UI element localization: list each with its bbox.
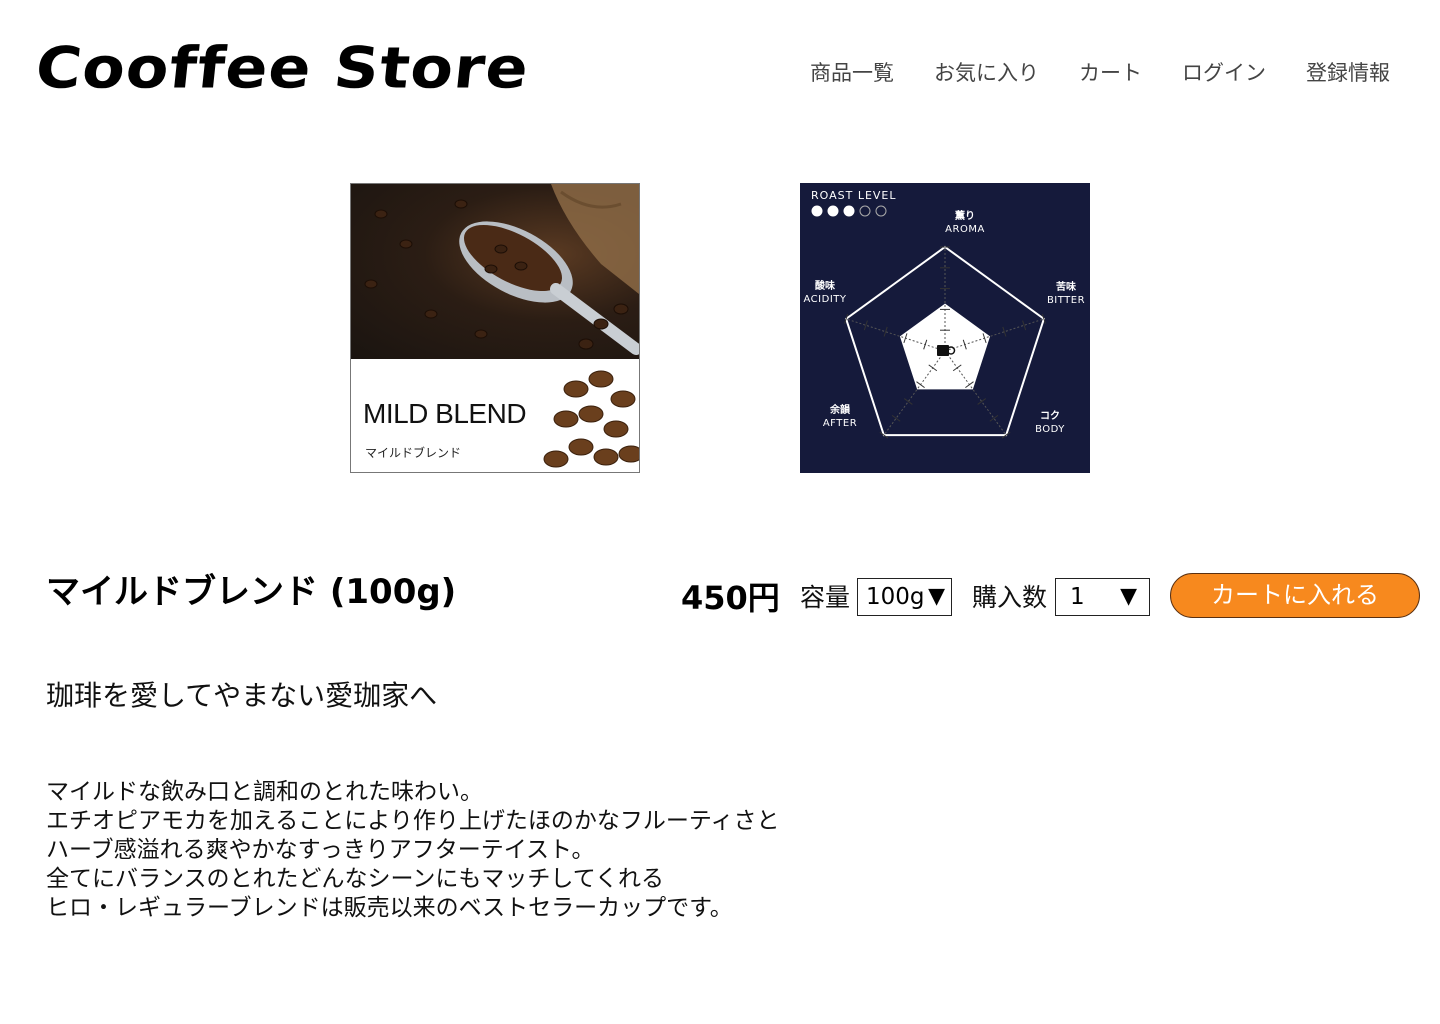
roast-bean-filled	[811, 205, 823, 217]
product-title: マイルドブレンド (100g)	[46, 572, 457, 612]
capacity-select[interactable]: 100g ▼	[857, 578, 952, 616]
coffee-beans-photo	[351, 184, 639, 359]
radar-axis-label-jp: 酸味	[815, 279, 835, 292]
description-line: ハーブ感溢れる爽やかなすっきりアフターテイスト。	[46, 837, 595, 863]
radar-axis-label-en: AROMA	[945, 224, 985, 235]
scoop-illustration	[364, 184, 639, 355]
store-logo[interactable]: Cooffee Store	[32, 29, 533, 106]
taste-chart: ROAST LEVEL 薫り AROMA 苦味 BITTER コク BODY 余韻 AFTER 酸…	[800, 183, 1090, 473]
radar-tick	[977, 398, 987, 405]
radar-axis-label-en: BITTER	[1047, 295, 1085, 306]
roast-level-label: ROAST LEVEL	[811, 189, 897, 202]
description-line: 全てにバランスのとれたどんなシーンにもマッチしてくれる	[46, 866, 665, 892]
roast-bean-empty	[859, 205, 871, 217]
product-image: MILD BLEND マイルドブレンド	[350, 183, 640, 473]
nav-products[interactable]: 商品一覧	[810, 58, 894, 88]
nav-login[interactable]: ログイン	[1182, 58, 1266, 88]
quantity-value: 1	[1070, 584, 1085, 610]
radar-axis-label-en: ACIDITY	[804, 294, 847, 305]
dropdown-arrow-icon: ▼	[1120, 584, 1137, 609]
package-title: MILD BLEND	[363, 398, 527, 429]
roast-bean-empty	[875, 205, 887, 217]
nav-cart[interactable]: カート	[1079, 58, 1142, 88]
capacity-value: 100g	[866, 584, 925, 610]
description-line: マイルドな飲み口と調和のとれた味わい。	[46, 779, 483, 805]
quantity-select[interactable]: 1 ▼	[1055, 578, 1150, 616]
radar-tick	[903, 398, 913, 405]
nav-favorites[interactable]: お気に入り	[934, 58, 1039, 88]
radar-axis-label-en: BODY	[1035, 424, 1065, 435]
capacity-label: 容量	[800, 583, 851, 612]
description-line: ヒロ・レギュラーブレンドは販売以来のベストセラーカップです。	[46, 895, 733, 921]
catchphrase: 珈琲を愛してやまない愛珈家へ	[46, 679, 438, 712]
roast-bean-filled	[843, 205, 855, 217]
package-subtitle: マイルドブレンド	[365, 446, 462, 460]
product-price: 450円	[681, 579, 780, 617]
roast-bean-filled	[827, 205, 839, 217]
taste-radar-svg: ROAST LEVEL 薫り AROMA 苦味 BITTER コク BODY 余韻 AFTER 酸…	[804, 189, 1085, 439]
radar-axis-label-jp: 苦味	[1056, 280, 1076, 293]
dropdown-arrow-icon: ▼	[928, 584, 945, 609]
add-to-cart-button[interactable]: カートに入れる	[1170, 573, 1420, 618]
radar-axis-label-jp: コク	[1040, 410, 1060, 422]
radar-axis-label-en: AFTER	[823, 418, 857, 429]
radar-axis-label-jp: 薫り	[955, 209, 975, 222]
radar-tick	[989, 414, 999, 422]
quantity-label: 購入数	[972, 583, 1048, 612]
product-description: マイルドな飲み口と調和のとれた味わい。 エチオピアモカを加えることにより作り上げ…	[46, 778, 779, 923]
main-nav: 商品一覧 お気に入り カート ログイン 登録情報	[810, 58, 1390, 88]
radar-axis-label-jp: 余韻	[829, 403, 851, 416]
description-line: エチオピアモカを加えることにより作り上げたほのかなフルーティさと	[46, 808, 780, 834]
radar-tick	[891, 414, 901, 422]
nav-account-info[interactable]: 登録情報	[1306, 58, 1390, 88]
